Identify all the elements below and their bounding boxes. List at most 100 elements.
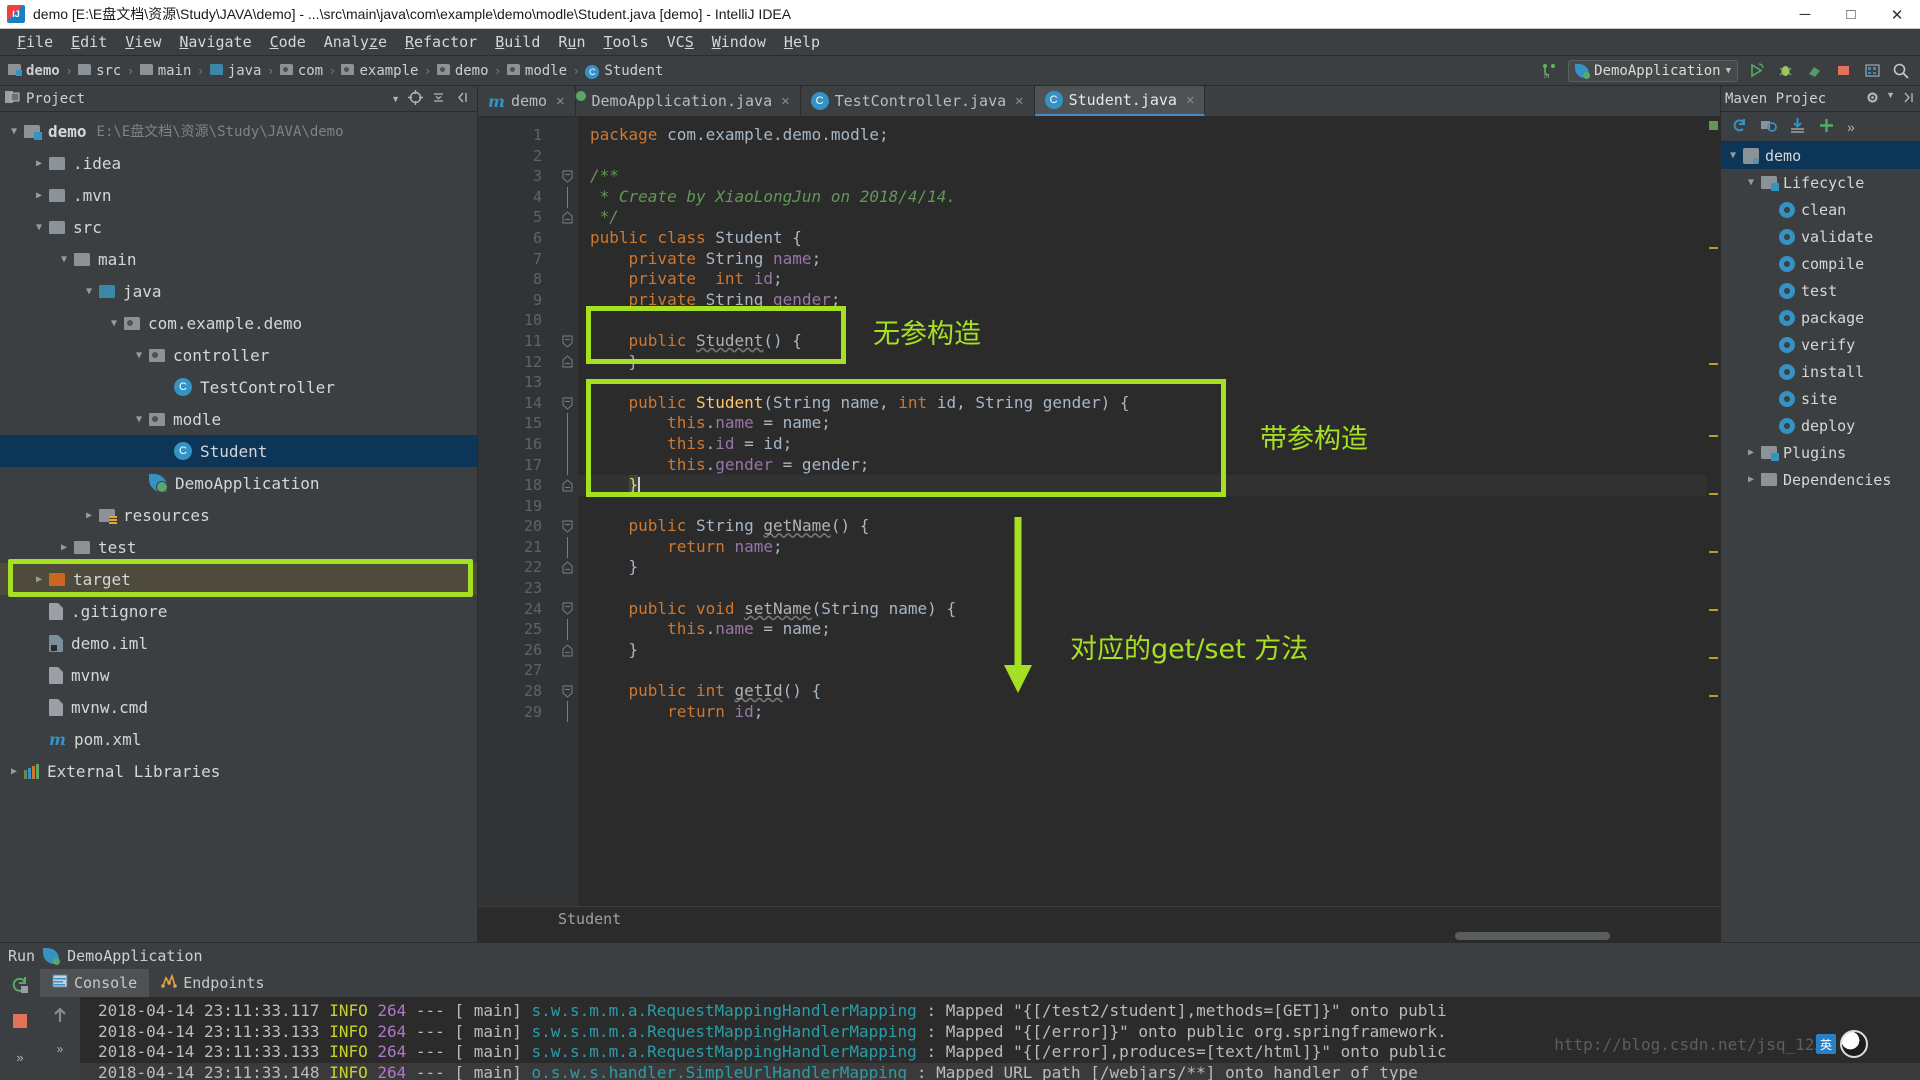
menu-item-refactor[interactable]: Refactor xyxy=(396,30,486,54)
tree-node-pom-xml[interactable]: m pom.xml xyxy=(0,723,477,755)
settings-gear-icon[interactable] xyxy=(1865,90,1880,108)
fold-end-icon[interactable] xyxy=(556,352,578,373)
fold-end-icon[interactable] xyxy=(556,640,578,661)
maven-node-compile[interactable]: compile xyxy=(1721,250,1920,277)
fold-region-line[interactable] xyxy=(556,619,578,641)
editor-tab-demoapplication-java[interactable]: DemoApplication.java ✕ xyxy=(576,86,801,116)
maven-node-site[interactable]: site xyxy=(1721,385,1920,412)
chevron-right-icon[interactable]: ▶ xyxy=(1741,447,1761,458)
chevron-down-icon[interactable]: ▼ xyxy=(129,350,149,361)
maven-node-validate[interactable]: validate xyxy=(1721,223,1920,250)
code-line[interactable] xyxy=(578,310,1706,331)
fold-region-line[interactable] xyxy=(556,536,578,558)
tree-node-com-example-demo[interactable]: ▼ com.example.demo xyxy=(0,307,477,339)
scrollbar-thumb[interactable] xyxy=(1455,932,1610,940)
maven-tree[interactable]: ▼ demo ▼ Lifecycle clean validate compile t… xyxy=(1721,142,1920,942)
maven-node-clean[interactable]: clean xyxy=(1721,196,1920,223)
search-icon[interactable] xyxy=(1890,60,1912,82)
more-options-icon[interactable]: » xyxy=(1847,119,1855,135)
maven-node-lifecycle[interactable]: ▼ Lifecycle xyxy=(1721,169,1920,196)
tree-node-src[interactable]: ▼ src xyxy=(0,211,477,243)
layout-icon[interactable] xyxy=(1861,60,1883,82)
hide-panel-icon[interactable] xyxy=(454,90,469,108)
code-line[interactable]: } xyxy=(578,352,1706,373)
close-button[interactable]: ✕ xyxy=(1874,0,1920,29)
chevron-down-icon[interactable]: ▼ xyxy=(79,286,99,297)
breadcrumb-src[interactable]: src xyxy=(76,63,123,79)
tree-node-controller[interactable]: ▼ controller xyxy=(0,339,477,371)
editor-tab-student-java[interactable]: C Student.java ✕ xyxy=(1034,86,1206,116)
code-line[interactable]: return name; xyxy=(578,537,1706,558)
fold-end-icon[interactable] xyxy=(556,475,578,496)
code-line[interactable]: } xyxy=(578,557,1706,578)
project-tree[interactable]: ▼ demo E:\E盘文档\资源\Study\JAVA\demo ▶ .idea ▶ .m… xyxy=(0,112,477,942)
code-line[interactable]: package com.example.demo.modle; xyxy=(578,125,1706,146)
code-line[interactable]: this.id = id; xyxy=(578,434,1706,455)
code-line[interactable]: public void setName(String name) { xyxy=(578,599,1706,620)
fold-start-icon[interactable] xyxy=(556,681,578,702)
reimport-icon[interactable] xyxy=(1731,117,1748,137)
fold-region-line[interactable] xyxy=(556,433,578,455)
tree-node-mvnw[interactable]: mvnw xyxy=(0,659,477,691)
tree-node-target[interactable]: ▶ target xyxy=(0,563,477,595)
close-tab-icon[interactable]: ✕ xyxy=(556,93,564,109)
chevron-down-icon[interactable]: ▼ xyxy=(4,126,24,137)
code-line[interactable]: public class Student { xyxy=(578,228,1706,249)
git-icon[interactable]: 01 xyxy=(1539,60,1561,82)
close-tab-icon[interactable]: ✕ xyxy=(1186,92,1194,108)
breadcrumb-main[interactable]: main xyxy=(138,63,194,79)
tree-node-testcontroller[interactable]: C TestController xyxy=(0,371,477,403)
rerun-icon[interactable] xyxy=(8,973,32,997)
generate-sources-icon[interactable] xyxy=(1760,117,1777,137)
chevron-down-icon[interactable]: ▼ xyxy=(104,318,124,329)
code-folding-gutter[interactable] xyxy=(556,117,578,906)
expand-icon[interactable]: » xyxy=(8,1045,32,1069)
editor-horizontal-scrollbar[interactable] xyxy=(478,930,1720,942)
breadcrumb-Student[interactable]: C Student xyxy=(583,63,665,79)
code-line[interactable]: /** xyxy=(578,166,1706,187)
breadcrumb-modle[interactable]: modle xyxy=(505,63,569,79)
tree-node-demoapplication[interactable]: DemoApplication xyxy=(0,467,477,499)
fold-end-icon[interactable] xyxy=(556,557,578,578)
ime-logo-icon[interactable] xyxy=(1840,1030,1868,1058)
close-tab-icon[interactable]: ✕ xyxy=(1015,93,1023,109)
code-line[interactable]: public Student() { xyxy=(578,331,1706,352)
tree-node-student[interactable]: C Student xyxy=(0,435,477,467)
code-line[interactable] xyxy=(578,146,1706,167)
breadcrumb-example[interactable]: example xyxy=(339,63,420,79)
scroll-up-icon[interactable] xyxy=(48,1003,72,1027)
menu-item-tools[interactable]: Tools xyxy=(594,30,657,54)
code-line[interactable] xyxy=(578,578,1706,599)
maven-node-plugins[interactable]: ▶ Plugins xyxy=(1721,439,1920,466)
tree-node--gitignore[interactable]: .gitignore xyxy=(0,595,477,627)
tree-node-java[interactable]: ▼ java xyxy=(0,275,477,307)
maven-node-test[interactable]: test xyxy=(1721,277,1920,304)
maximize-button[interactable]: □ xyxy=(1828,0,1874,29)
chevron-right-icon[interactable]: ▶ xyxy=(79,510,99,521)
tree-node--idea[interactable]: ▶ .idea xyxy=(0,147,477,179)
menu-item-edit[interactable]: Edit xyxy=(62,30,116,54)
code-line[interactable]: public int getId() { xyxy=(578,681,1706,702)
editor-tab-demo[interactable]: m demo ✕ xyxy=(478,86,576,116)
chevron-down-icon[interactable]: ▼ xyxy=(391,94,400,104)
fold-start-icon[interactable] xyxy=(556,166,578,187)
stop-icon[interactable] xyxy=(1832,60,1854,82)
fold-start-icon[interactable] xyxy=(556,393,578,414)
tree-node-external-libraries[interactable]: ▶ External Libraries xyxy=(0,755,477,787)
code-line[interactable]: private String gender; xyxy=(578,290,1706,311)
chevron-right-icon[interactable]: ▶ xyxy=(1741,474,1761,485)
target-icon[interactable] xyxy=(408,89,423,108)
maven-node-install[interactable]: install xyxy=(1721,358,1920,385)
code-line[interactable]: * Create by XiaoLongJun on 2018/4/14. xyxy=(578,187,1706,208)
chevron-down-icon[interactable]: ▼ xyxy=(1726,66,1731,76)
fold-region-line[interactable] xyxy=(556,454,578,476)
editor-breadcrumb[interactable]: Student xyxy=(478,906,1720,930)
fold-region-line[interactable] xyxy=(556,413,578,435)
chevron-right-icon[interactable]: ▶ xyxy=(29,190,49,201)
fold-end-icon[interactable] xyxy=(556,207,578,228)
chevron-down-icon[interactable]: ▼ xyxy=(1886,90,1895,108)
maven-node-verify[interactable]: verify xyxy=(1721,331,1920,358)
chevron-down-icon[interactable]: ▼ xyxy=(1741,177,1761,188)
tree-node-main[interactable]: ▼ main xyxy=(0,243,477,275)
menu-item-window[interactable]: Window xyxy=(703,30,775,54)
